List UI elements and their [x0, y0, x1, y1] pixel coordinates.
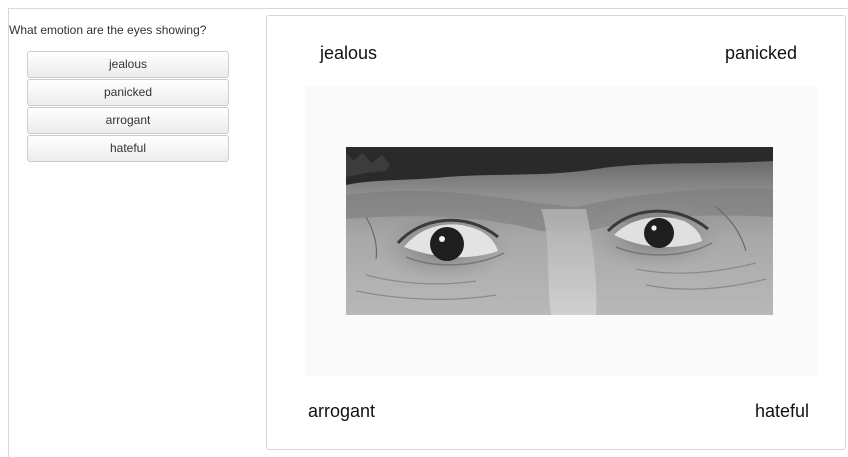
label-top-left: jealous	[320, 43, 378, 63]
option-button-hateful[interactable]: hateful	[27, 135, 229, 162]
label-top-right: panicked	[724, 43, 797, 63]
question-text: What emotion are the eyes showing?	[9, 23, 207, 37]
answer-panel: What emotion are the eyes showing? jealo…	[9, 9, 259, 457]
option-item: arrogant	[27, 107, 229, 134]
option-button-panicked[interactable]: panicked	[27, 79, 229, 106]
eyes-photo	[346, 147, 773, 315]
label-bottom-left: arrogant	[308, 401, 376, 421]
emotion-task-page: What emotion are the eyes showing? jealo…	[0, 0, 848, 457]
option-button-arrogant[interactable]: arrogant	[27, 107, 229, 134]
stimulus-panel: jealous panicked arrogant hateful	[266, 15, 846, 450]
option-item: hateful	[27, 135, 229, 162]
option-item: panicked	[27, 79, 229, 106]
option-item: jealous	[27, 51, 229, 78]
option-list: jealous panicked arrogant hateful	[27, 51, 229, 163]
option-button-jealous[interactable]: jealous	[27, 51, 229, 78]
label-bottom-right: hateful	[754, 401, 809, 421]
